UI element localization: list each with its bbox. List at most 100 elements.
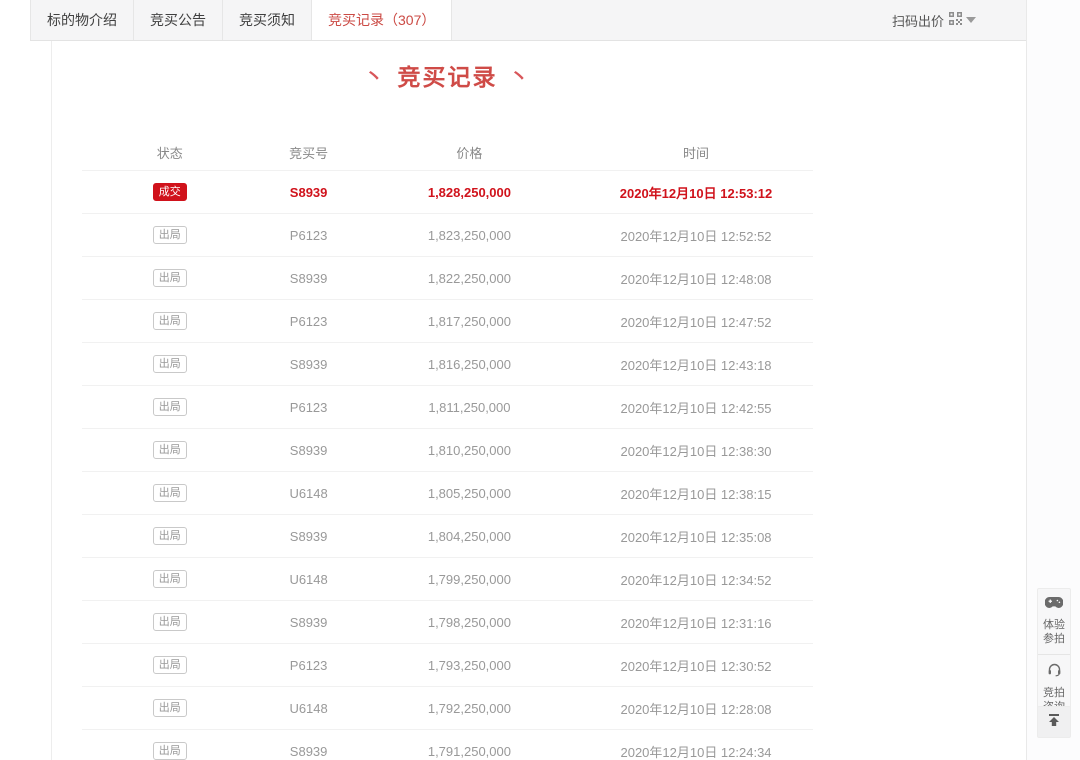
price-cell: 1,817,250,000 <box>360 314 579 329</box>
price-cell: 1,805,250,000 <box>360 486 579 501</box>
tab-notice[interactable]: 竞买须知 <box>222 0 311 40</box>
time-cell: 2020年12月10日 12:31:16 <box>579 613 813 632</box>
price-cell: 1,810,250,000 <box>360 443 579 458</box>
bidder-number-cell: P6123 <box>257 400 359 415</box>
records-wrap: 丶竞买记录丶 状态 竞买号 价格 时间 成交 S8939 1,828,250,0… <box>82 58 813 760</box>
status-badge: 出局 <box>153 441 187 459</box>
table-row: 出局 S8939 1,798,250,000 2020年12月10日 12:31… <box>82 601 813 644</box>
status-badge: 出局 <box>153 570 187 588</box>
table-row: 出局 P6123 1,823,250,000 2020年12月10日 12:52… <box>82 214 813 257</box>
scan-code-bid-label: 扫码出价 <box>892 11 944 30</box>
table-header-row: 状态 竞买号 价格 时间 <box>82 135 813 171</box>
status-badge: 出局 <box>153 527 187 545</box>
bidder-number-cell: U6148 <box>257 572 359 587</box>
qr-code-icon <box>949 12 962 28</box>
price-cell: 1,793,250,000 <box>360 658 579 673</box>
table-row: 出局 P6123 1,793,250,000 2020年12月10日 12:30… <box>82 644 813 687</box>
status-badge: 出局 <box>153 226 187 244</box>
table-row: 出局 S8939 1,816,250,000 2020年12月10日 12:43… <box>82 343 813 386</box>
tab-item-intro[interactable]: 标的物介绍 <box>30 0 133 40</box>
price-cell: 1,811,250,000 <box>360 400 579 415</box>
time-cell: 2020年12月10日 12:24:34 <box>579 742 813 760</box>
price-cell: 1,804,250,000 <box>360 529 579 544</box>
bidder-number-cell: U6148 <box>257 701 359 716</box>
time-cell: 2020年12月10日 12:38:30 <box>579 441 813 460</box>
price-cell: 1,822,250,000 <box>360 271 579 286</box>
bidder-number-cell: S8939 <box>257 443 359 458</box>
scan-code-bid-button[interactable]: 扫码出价 <box>892 0 976 40</box>
bidder-number-cell: S8939 <box>257 271 359 286</box>
bidder-number-cell: S8939 <box>257 185 359 200</box>
header-price: 价格 <box>360 143 579 162</box>
table-row: 出局 P6123 1,817,250,000 2020年12月10日 12:47… <box>82 300 813 343</box>
time-cell: 2020年12月10日 12:52:52 <box>579 226 813 245</box>
experience-auction-label: 体验 参拍 <box>1043 618 1065 646</box>
price-cell: 1,792,250,000 <box>360 701 579 716</box>
floating-action-group: 体验 参拍 竞拍 咨询 <box>1037 588 1071 723</box>
gamepad-icon <box>1045 596 1063 614</box>
records-table-body: 成交 S8939 1,828,250,000 2020年12月10日 12:53… <box>82 171 813 760</box>
status-badge: 出局 <box>153 613 187 631</box>
time-cell: 2020年12月10日 12:53:12 <box>579 183 813 202</box>
chevron-down-icon <box>966 17 976 23</box>
time-cell: 2020年12月10日 12:42:55 <box>579 398 813 417</box>
header-status: 状态 <box>82 143 257 162</box>
table-row: 出局 S8939 1,791,250,000 2020年12月10日 12:24… <box>82 730 813 760</box>
status-badge: 出局 <box>153 699 187 717</box>
price-cell: 1,828,250,000 <box>360 185 579 200</box>
back-to-top-button[interactable] <box>1037 706 1071 738</box>
price-cell: 1,791,250,000 <box>360 744 579 759</box>
page-title-text: 竞买记录 <box>398 64 498 90</box>
price-cell: 1,816,250,000 <box>360 357 579 372</box>
time-cell: 2020年12月10日 12:28:08 <box>579 699 813 718</box>
title-decor-right: 丶 <box>510 67 531 88</box>
status-badge: 成交 <box>153 183 187 201</box>
status-badge: 出局 <box>153 269 187 287</box>
header-time: 时间 <box>579 143 813 162</box>
table-row: 出局 S8939 1,822,250,000 2020年12月10日 12:48… <box>82 257 813 300</box>
tab-bid-records[interactable]: 竞买记录（307） <box>311 0 452 40</box>
bidder-number-cell: U6148 <box>257 486 359 501</box>
tab-announcement[interactable]: 竞买公告 <box>133 0 222 40</box>
table-row: 成交 S8939 1,828,250,000 2020年12月10日 12:53… <box>82 171 813 214</box>
headset-icon <box>1047 662 1062 682</box>
bidder-number-cell: S8939 <box>257 529 359 544</box>
auction-record-page: 标的物介绍 竞买公告 竞买须知 竞买记录（307） 扫码出价 <box>0 0 1080 760</box>
table-row: 出局 U6148 1,799,250,000 2020年12月10日 12:34… <box>82 558 813 601</box>
bidder-number-cell: P6123 <box>257 314 359 329</box>
time-cell: 2020年12月10日 12:43:18 <box>579 355 813 374</box>
table-row: 出局 S8939 1,804,250,000 2020年12月10日 12:35… <box>82 515 813 558</box>
time-cell: 2020年12月10日 12:48:08 <box>579 269 813 288</box>
status-badge: 出局 <box>153 355 187 373</box>
bid-records-panel: 丶竞买记录丶 状态 竞买号 价格 时间 成交 S8939 1,828,250,0… <box>51 41 1026 760</box>
bidder-number-cell: S8939 <box>257 357 359 372</box>
status-badge: 出局 <box>153 742 187 760</box>
experience-auction-button[interactable]: 体验 参拍 <box>1038 589 1070 654</box>
time-cell: 2020年12月10日 12:38:15 <box>579 484 813 503</box>
status-badge: 出局 <box>153 312 187 330</box>
table-row: 出局 S8939 1,810,250,000 2020年12月10日 12:38… <box>82 429 813 472</box>
time-cell: 2020年12月10日 12:34:52 <box>579 570 813 589</box>
bidder-number-cell: P6123 <box>257 658 359 673</box>
table-row: 出局 U6148 1,805,250,000 2020年12月10日 12:38… <box>82 472 813 515</box>
bidder-number-cell: S8939 <box>257 615 359 630</box>
table-row: 出局 U6148 1,792,250,000 2020年12月10日 12:28… <box>82 687 813 730</box>
bidder-number-cell: S8939 <box>257 744 359 759</box>
time-cell: 2020年12月10日 12:30:52 <box>579 656 813 675</box>
header-bidder-number: 竞买号 <box>257 143 359 162</box>
price-cell: 1,799,250,000 <box>360 572 579 587</box>
status-badge: 出局 <box>153 484 187 502</box>
bidder-number-cell: P6123 <box>257 228 359 243</box>
bid-records-table: 状态 竞买号 价格 时间 成交 S8939 1,828,250,000 2020… <box>82 135 813 760</box>
back-to-top-icon <box>1046 712 1062 733</box>
price-cell: 1,798,250,000 <box>360 615 579 630</box>
price-cell: 1,823,250,000 <box>360 228 579 243</box>
time-cell: 2020年12月10日 12:35:08 <box>579 527 813 546</box>
title-decor-left: 丶 <box>364 67 385 88</box>
status-badge: 出局 <box>153 398 187 416</box>
status-badge: 出局 <box>153 656 187 674</box>
page-title: 丶竞买记录丶 <box>82 58 813 92</box>
time-cell: 2020年12月10日 12:47:52 <box>579 312 813 331</box>
table-row: 出局 P6123 1,811,250,000 2020年12月10日 12:42… <box>82 386 813 429</box>
detail-tabbar: 标的物介绍 竞买公告 竞买须知 竞买记录（307） 扫码出价 <box>30 0 1026 41</box>
